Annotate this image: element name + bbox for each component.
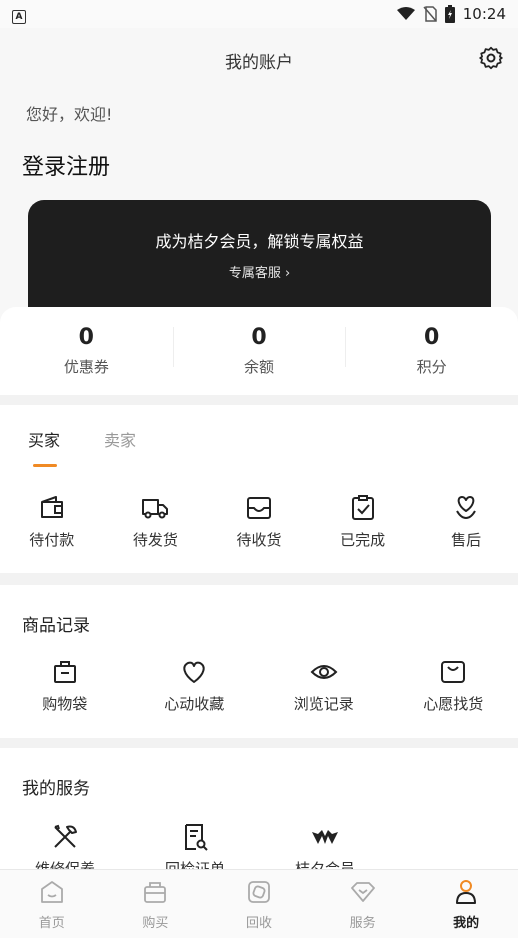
tab-underline	[33, 464, 57, 467]
tab-seller[interactable]: 卖家	[104, 427, 136, 451]
account-stats: 0 优惠券 0 余额 0 积分	[0, 307, 518, 395]
shopping-bag-item[interactable]: 购物袋	[0, 657, 130, 714]
tab-label: 回收	[207, 912, 311, 931]
person-icon	[452, 878, 480, 906]
order-pending-receipt[interactable]: 待收货	[207, 493, 311, 550]
member-service-item[interactable]: 桔夕会员	[260, 822, 390, 870]
favorites-item[interactable]: 心动收藏	[130, 657, 260, 714]
section-title: 我的服务	[22, 774, 90, 799]
browse-history-item[interactable]: 浏览记录	[259, 657, 389, 714]
icon-label: 心愿找货	[389, 693, 518, 714]
order-pending-shipment[interactable]: 待发货	[104, 493, 208, 550]
tab-label: 我的	[414, 912, 518, 931]
welcome-text: 您好，欢迎!	[26, 101, 112, 125]
crown-icon	[310, 822, 340, 852]
icon-label: 待付款	[0, 529, 104, 550]
status-time: 10:24	[463, 5, 506, 23]
wifi-icon	[397, 7, 415, 21]
stat-balance[interactable]: 0 余额	[173, 307, 346, 395]
stat-label: 余额	[173, 356, 346, 377]
icon-label: 售后	[414, 529, 518, 550]
recycle-icon	[245, 878, 273, 906]
tab-mine[interactable]: 我的	[414, 870, 518, 938]
icon-label: 心动收藏	[130, 693, 260, 714]
gear-icon[interactable]	[478, 45, 504, 71]
basket-icon	[141, 878, 169, 906]
login-register-link[interactable]: 登录注册	[22, 149, 110, 181]
icon-label: 待收货	[207, 529, 311, 550]
notification-a-icon: A	[12, 10, 26, 24]
member-card[interactable]: 成为桔夕会员，解锁专属权益 专属客服 ›	[28, 200, 491, 320]
wish-find-item[interactable]: 心愿找货	[389, 657, 518, 714]
clipboard-check-icon	[348, 493, 378, 523]
no-sim-icon	[423, 6, 437, 22]
tools-icon	[50, 822, 80, 852]
stat-value: 0	[0, 325, 173, 350]
stat-label: 优惠券	[0, 356, 173, 377]
my-services-card: 我的服务 维修保养 回检证单 桔夕会员	[0, 748, 518, 870]
stat-value: 0	[173, 325, 346, 350]
box-icon	[438, 657, 468, 687]
heart-icon	[179, 657, 209, 687]
product-records-card: 商品记录 购物袋 心动收藏 浏览记录 心愿找货	[0, 585, 518, 738]
order-after-sales[interactable]: 售后	[414, 493, 518, 550]
repair-service-item[interactable]: 维修保养	[0, 822, 130, 870]
icon-label: 浏览记录	[259, 693, 389, 714]
order-status-row: 待付款 待发货 待收货 已完成 售后	[0, 493, 518, 550]
orders-card: 买家 卖家 待付款 待发货 待收货 已完成 售后	[0, 405, 518, 573]
heart-hand-icon	[451, 493, 481, 523]
truck-icon	[140, 493, 170, 523]
tab-buy[interactable]: 购买	[104, 870, 208, 938]
stat-points[interactable]: 0 积分	[345, 307, 518, 395]
records-row: 购物袋 心动收藏 浏览记录 心愿找货	[0, 657, 518, 714]
stat-label: 积分	[345, 356, 518, 377]
tab-home[interactable]: 首页	[0, 870, 104, 938]
tab-recycle[interactable]: 回收	[207, 870, 311, 938]
member-title: 成为桔夕会员，解锁专属权益	[28, 228, 491, 252]
inspection-report-item[interactable]: 回检证单	[130, 822, 260, 870]
tab-buyer[interactable]: 买家	[28, 427, 60, 451]
icon-label: 已完成	[311, 529, 415, 550]
bottom-tab-bar: 首页 购买 回收 服务 我的	[0, 869, 518, 938]
order-pending-payment[interactable]: 待付款	[0, 493, 104, 550]
document-search-icon	[180, 822, 210, 852]
stat-value: 0	[345, 325, 518, 350]
order-tabs: 买家 卖家	[28, 427, 136, 451]
stat-coupons[interactable]: 0 优惠券	[0, 307, 173, 395]
home-icon	[38, 878, 66, 906]
tab-label: 购买	[104, 912, 208, 931]
icon-label: 待发货	[104, 529, 208, 550]
eye-icon	[309, 657, 339, 687]
inbox-icon	[244, 493, 274, 523]
tab-label: 首页	[0, 912, 104, 931]
services-row: 维修保养 回检证单 桔夕会员	[0, 822, 390, 870]
diamond-icon	[349, 878, 377, 906]
status-left: A	[12, 5, 26, 24]
account-header: 我的账户 您好，欢迎! 登录注册 成为桔夕会员，解锁专属权益 专属客服 ›	[0, 28, 518, 348]
order-completed[interactable]: 已完成	[311, 493, 415, 550]
page-title: 我的账户	[0, 48, 518, 73]
tab-label: 服务	[311, 912, 415, 931]
status-bar: A 10:24	[0, 0, 518, 28]
wallet-icon	[37, 493, 67, 523]
icon-label: 购物袋	[0, 693, 130, 714]
status-right: 10:24	[397, 5, 506, 23]
tab-service[interactable]: 服务	[311, 870, 415, 938]
section-title: 商品记录	[22, 611, 90, 636]
battery-icon	[445, 5, 455, 23]
customer-service-link[interactable]: 专属客服 ›	[28, 262, 491, 281]
bag-icon	[50, 657, 80, 687]
